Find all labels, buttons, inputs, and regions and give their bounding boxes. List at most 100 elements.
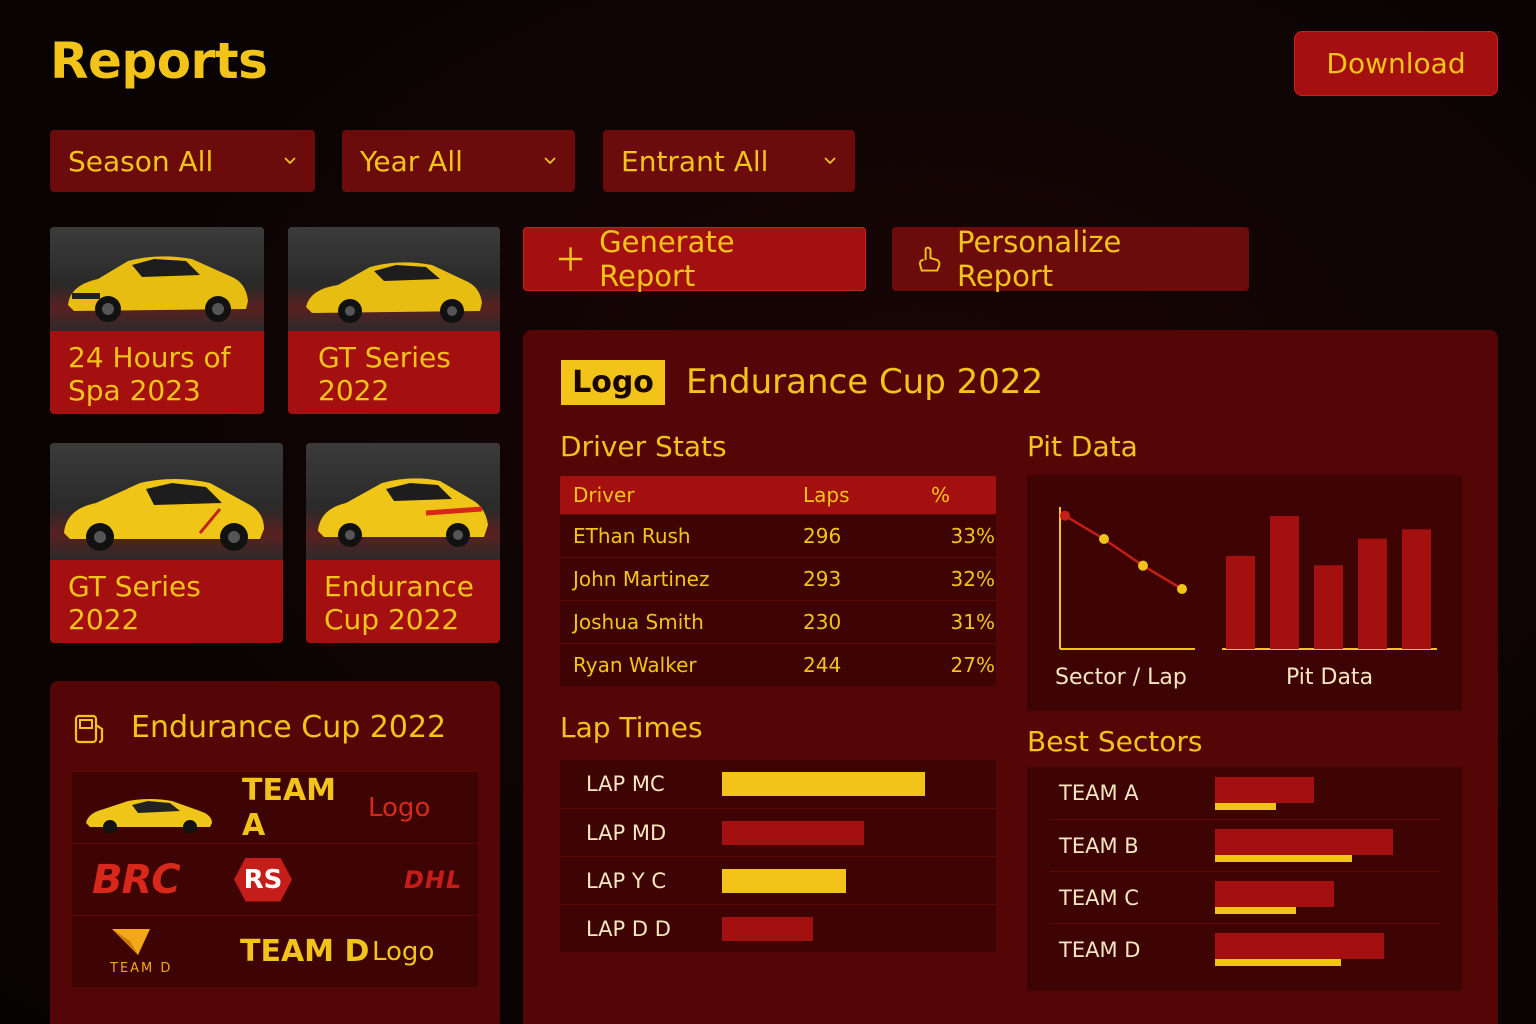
- team-a-name: TEAM A: [242, 772, 337, 843]
- sector-bar-yellow: [1215, 802, 1277, 810]
- sector-team-label: TEAM C: [1059, 885, 1139, 910]
- event-card[interactable]: Endurance Cup 2022: [306, 443, 500, 643]
- year-filter[interactable]: Year All: [342, 130, 575, 192]
- sports-car-image: [318, 478, 488, 547]
- lap-label: LAP MD: [586, 820, 667, 845]
- sector-bar-red: [1215, 881, 1334, 907]
- brc-logo: BRC: [92, 856, 181, 903]
- lap-row: LAP D D: [560, 904, 996, 952]
- lap-label: LAP Y C: [586, 868, 667, 893]
- lap-times-chart: LAP MC LAP MD LAP Y C LAP D D: [560, 760, 996, 952]
- event-card[interactable]: GT Series 2022: [50, 443, 283, 643]
- entrant-row: TEAM A Logo: [72, 771, 478, 843]
- driver-name: Joshua Smith: [573, 610, 704, 634]
- generate-report-button[interactable]: Generate Report: [523, 225, 866, 293]
- team-a-logo: Logo: [368, 792, 431, 823]
- download-button[interactable]: Download: [1294, 31, 1498, 96]
- lap-row: LAP Y C: [560, 856, 996, 904]
- sports-car-image: [64, 479, 264, 551]
- entrant-filter[interactable]: Entrant All: [603, 130, 855, 192]
- sector-bar-red: [1215, 829, 1394, 855]
- team-d-flag-icon: [112, 929, 150, 955]
- event-card-title: Endurance Cup 2022: [324, 570, 474, 636]
- best-sectors-heading: Best Sectors: [1027, 725, 1203, 758]
- car-image: [288, 227, 500, 331]
- sector-team-label: TEAM B: [1059, 833, 1139, 858]
- pit-bar: [1270, 516, 1299, 649]
- driver-laps: 293: [803, 567, 842, 591]
- chevron-down-icon: [824, 157, 836, 165]
- team-d-logo: Logo: [372, 936, 435, 967]
- lap-label: LAP D D: [586, 916, 671, 941]
- car-image: [50, 227, 264, 331]
- sector-bar-yellow: [1215, 959, 1341, 966]
- sector-bars: [1215, 933, 1385, 966]
- line-point: [1099, 534, 1109, 544]
- car-image: [306, 443, 500, 560]
- chevron-down-icon: [544, 157, 556, 165]
- sports-car-image: [68, 256, 248, 322]
- sector-line: [1064, 514, 1183, 591]
- pit-data-heading: Pit Data: [1027, 430, 1138, 463]
- sector-bar-yellow: [1215, 907, 1296, 914]
- hand-pointer-icon: [918, 246, 941, 272]
- best-sectors-chart: TEAM A TEAM B TEAM C TEAM D: [1027, 767, 1462, 991]
- sports-car-image: [306, 262, 482, 323]
- chevron-down-icon: [284, 157, 296, 165]
- pit-bar: [1402, 529, 1431, 649]
- bar-chart-label: Pit Data: [1286, 665, 1374, 690]
- season-filter-label: Season All: [68, 144, 214, 178]
- sector-team-label: TEAM D: [1059, 937, 1141, 962]
- table-row: John Martinez 293 32%: [560, 557, 996, 600]
- sector-row: TEAM D: [1049, 923, 1440, 975]
- sector-bar-red: [1215, 933, 1385, 959]
- line-chart-label: Sector / Lap: [1055, 665, 1187, 690]
- line-point: [1060, 510, 1070, 521]
- table-row: EThan Rush 296 33%: [560, 514, 996, 557]
- event-card-title: 24 Hours of Spa 2023: [68, 341, 231, 407]
- event-card-title: GT Series 2022: [68, 570, 201, 636]
- sector-bar-yellow: [1215, 855, 1352, 862]
- rs-logo-wrap: RS: [222, 857, 368, 902]
- report-logo: Logo: [561, 360, 665, 405]
- event-card[interactable]: 24 Hours of Spa 2023: [50, 227, 264, 414]
- driver-laps: 244: [803, 653, 842, 677]
- lap-bar: [722, 916, 814, 941]
- dhl-logo: DHL: [404, 865, 463, 894]
- driver-name: John Martinez: [573, 567, 710, 591]
- lap-row: LAP MD: [560, 808, 996, 856]
- team-d-name: TEAM D: [240, 934, 370, 969]
- plus-icon: [558, 247, 583, 271]
- pit-data-svg: [1059, 507, 1437, 650]
- sector-row: TEAM B: [1049, 819, 1440, 871]
- driver-stats-heading: Driver Stats: [560, 430, 727, 463]
- pit-bar: [1314, 565, 1343, 649]
- event-card-title: GT Series 2022: [318, 341, 451, 407]
- lap-bar: [722, 772, 925, 796]
- lap-row: LAP MC: [560, 760, 996, 808]
- page-title: Reports: [50, 32, 268, 90]
- sector-row: TEAM A: [1049, 767, 1440, 819]
- season-filter[interactable]: Season All: [50, 130, 315, 192]
- column-header-laps: Laps: [803, 483, 850, 507]
- sector-bars: [1215, 881, 1334, 914]
- table-header: Driver Laps %: [560, 476, 996, 514]
- line-point: [1177, 584, 1187, 594]
- personalize-report-label: Personalize Report: [956, 225, 1122, 293]
- entrant-row: TEAM D TEAM D Logo: [72, 915, 478, 987]
- sector-row: TEAM C: [1049, 871, 1440, 923]
- sector-bars: [1215, 776, 1314, 810]
- event-card[interactable]: GT Series 2022: [288, 227, 500, 414]
- personalize-report-button[interactable]: Personalize Report: [892, 225, 1249, 293]
- driver-pct: 27%: [950, 653, 995, 677]
- car-image: [50, 443, 283, 560]
- report-title: Endurance Cup 2022: [686, 362, 1044, 402]
- driver-pct: 32%: [950, 567, 995, 591]
- pit-bar: [1358, 538, 1387, 649]
- line-point: [1138, 560, 1148, 571]
- sector-bar-red: [1215, 776, 1314, 803]
- fuel-pump-icon: [74, 714, 104, 744]
- pit-data-chart: Sector / Lap Pit Data: [1027, 475, 1462, 711]
- year-filter-label: Year All: [360, 144, 463, 178]
- entrants-list: TEAM A Logo BRC RS DHL TEAM D TEAM D Log…: [72, 771, 478, 990]
